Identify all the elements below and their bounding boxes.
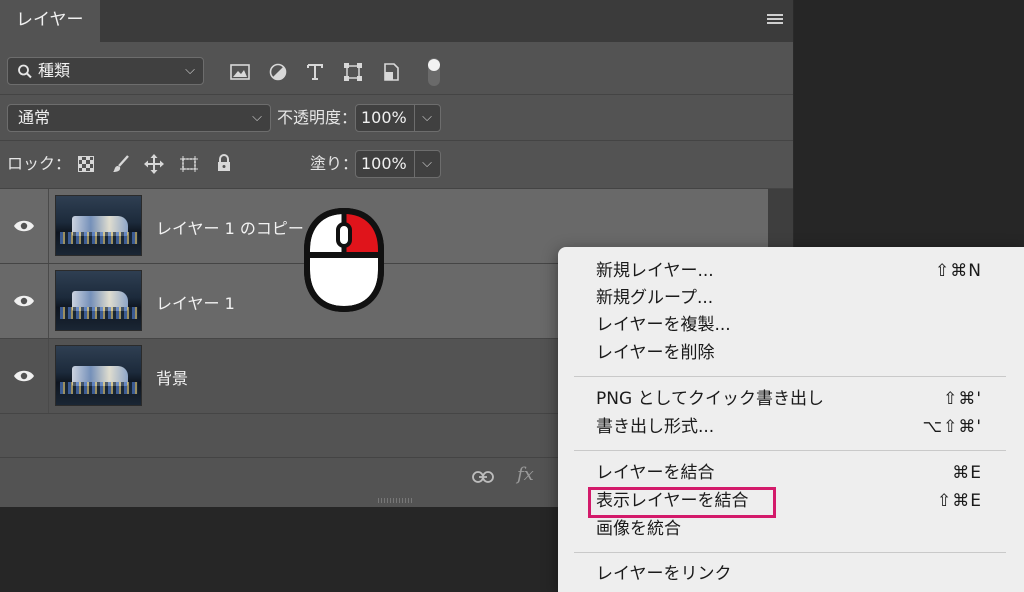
menu-item-export-as[interactable]: 書き出し形式... ⌥⇧⌘' [596,414,1006,440]
menu-item-label: 新規レイヤー... [596,261,714,281]
menu-item-link-layers[interactable]: レイヤーをリンク [596,561,1006,587]
chevron-down-icon: ⌵ [185,63,195,78]
search-icon [17,58,33,92]
lock-transparency-icon[interactable] [75,153,97,175]
menu-item-shortcut: ⌥⇧⌘' [922,417,982,437]
menu-item-new-layer[interactable]: 新規レイヤー... ⇧⌘N [596,258,1006,284]
lock-row: ロック： 塗り： 100% ⌵ [0,141,793,188]
menu-item-new-group[interactable]: 新規グループ... [596,285,1006,311]
menu-item-delete-layer[interactable]: レイヤーを削除 [596,340,1006,366]
layer-name[interactable]: レイヤー 1 [156,290,235,314]
visibility-eye-icon[interactable] [13,216,35,236]
menu-item-label: レイヤーをリンク [596,564,732,584]
menu-separator [574,450,1006,451]
menu-item-duplicate-layer[interactable]: レイヤーを複製... [596,312,1006,338]
menu-item-label: 新規グループ... [596,288,714,308]
link-layers-icon[interactable] [472,466,494,488]
lock-paint-brush-icon[interactable] [110,153,132,175]
shape-filter-icon[interactable] [342,61,364,83]
fill-label: 塗り： [310,154,359,173]
fill-value: 100% [361,154,407,173]
blend-mode-dropdown[interactable]: 通常 ⌵ [7,104,271,132]
visibility-eye-icon[interactable] [13,366,35,386]
menu-separator [574,376,1006,377]
layer-name[interactable]: 背景 [156,365,188,389]
menu-item-label: 書き出し形式... [596,417,715,437]
filter-toggle-switch[interactable] [423,57,445,87]
menu-item-quick-export-png[interactable]: PNG としてクイック書き出し ⇧⌘' [596,386,1006,412]
visibility-eye-icon[interactable] [13,291,35,311]
layer-style-fx-button[interactable]: fx [517,464,534,485]
panel-menu-icon[interactable] [767,14,783,26]
smart-object-filter-icon[interactable] [380,61,402,83]
menu-item-label: 画像を統合 [596,519,681,539]
layer-name[interactable]: レイヤー 1 のコピー [156,215,304,239]
blend-row: 通常 ⌵ 不透明度： 100% ⌵ [0,95,793,140]
resize-grip[interactable] [378,498,414,503]
lock-label: ロック： [7,154,72,173]
blend-mode-value: 通常 [18,108,51,127]
menu-item-flatten-image[interactable]: 画像を統合 [596,516,1006,542]
fill-field[interactable]: 100% ⌵ [355,150,441,178]
mouse-right-click-icon [304,208,384,312]
context-menu: 新規レイヤー... ⇧⌘N 新規グループ... レイヤーを複製... レイヤーを… [558,247,1024,592]
layer-thumbnail [55,270,142,331]
filter-row: 種類 ⌵ [0,42,793,94]
menu-item-shortcut: ⇧⌘' [943,389,982,409]
opacity-label: 不透明度： [277,108,358,127]
lock-all-icon[interactable] [213,152,235,174]
menu-item-label: レイヤーを複製... [596,315,731,335]
layer-thumbnail [55,345,142,406]
lock-move-icon[interactable] [143,153,165,175]
menu-separator [574,552,1006,553]
chevron-down-icon: ⌵ [422,110,432,125]
pixel-filter-icon[interactable] [229,61,251,83]
menu-item-label: レイヤーを削除 [596,343,715,363]
filter-kind-dropdown[interactable]: 種類 ⌵ [7,57,204,85]
tab-layers[interactable]: レイヤー [0,0,100,42]
filter-kind-label: 種類 [38,61,71,80]
chevron-down-icon: ⌵ [422,156,432,171]
menu-item-label: レイヤーを結合 [596,463,715,483]
layer-thumbnail [55,195,142,256]
opacity-field[interactable]: 100% ⌵ [355,104,441,132]
adjustment-filter-icon[interactable] [267,61,289,83]
lock-artboard-icon[interactable] [178,153,200,175]
menu-item-shortcut: ⇧⌘N [935,261,982,281]
type-filter-icon[interactable] [304,61,326,83]
menu-item-label: PNG としてクイック書き出し [596,389,825,409]
menu-item-merge-layers[interactable]: レイヤーを結合 ⌘E [596,460,1006,486]
highlight-box [588,487,776,518]
menu-item-shortcut: ⌘E [952,463,982,483]
chevron-down-icon: ⌵ [252,110,262,125]
panel-tab-bar: レイヤー [0,0,793,42]
opacity-value: 100% [361,108,407,127]
menu-item-shortcut: ⇧⌘E [937,491,982,511]
